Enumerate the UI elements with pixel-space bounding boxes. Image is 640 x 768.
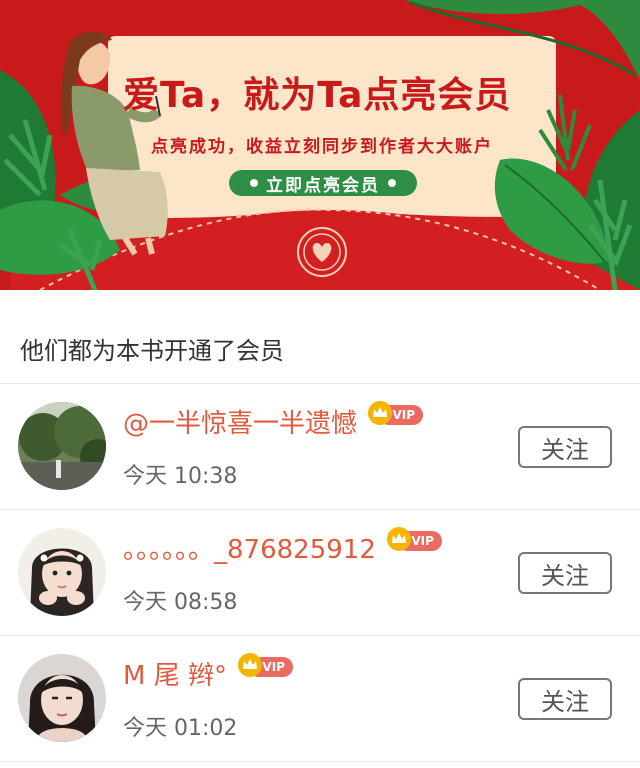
banner-subtitle: 点亮成功，收益立刻同步到作者大大账户: [151, 137, 493, 157]
follow-button[interactable]: 关注: [518, 552, 612, 594]
activate-membership-label: 立即点亮会员: [266, 175, 380, 196]
list-item[interactable]: M 尾 辫° VIP 今天 01:02 关注: [0, 636, 640, 762]
avatar[interactable]: [18, 402, 106, 490]
follow-button[interactable]: 关注: [518, 678, 612, 720]
vip-badge: VIP: [237, 652, 295, 678]
follow-button[interactable]: 关注: [518, 426, 612, 468]
avatar[interactable]: [18, 528, 106, 616]
member-name-row: 。。。。。。_876825912 VIP: [123, 527, 444, 568]
member-name-row: M 尾 辫° VIP: [123, 653, 295, 694]
vip-badge: VIP: [367, 400, 425, 426]
member-name[interactable]: @一半惊喜一半遗憾: [123, 406, 357, 442]
dot-icon: [250, 179, 258, 187]
member-join-time: 今天 08:58: [123, 590, 238, 615]
avatar[interactable]: [18, 654, 106, 742]
crown-icon: [386, 527, 411, 551]
member-name-row: @一半惊喜一半遗憾 VIP: [123, 401, 425, 442]
banner-title: 爱Ta，就为Ta点亮会员: [123, 75, 512, 116]
crown-icon: [368, 401, 393, 425]
membership-banner[interactable]: 爱Ta，就为Ta点亮会员 点亮成功，收益立刻同步到作者大大账户 立即点亮会员: [0, 0, 640, 290]
list-item[interactable]: @一半惊喜一半遗憾 VIP 今天 10:38 关注: [0, 384, 640, 510]
list-item[interactable]: 。。。。。。_876825912 VIP 今天 08:58 关注: [0, 510, 640, 636]
activate-membership-button[interactable]: 立即点亮会员: [229, 170, 417, 196]
member-name[interactable]: M 尾 辫°: [123, 658, 227, 694]
member-join-time: 今天 10:38: [123, 464, 238, 489]
member-list: @一半惊喜一半遗憾 VIP 今天 10:38 关注 。。。。。。_8768259…: [0, 384, 640, 762]
member-join-time: 今天 01:02: [123, 716, 238, 741]
members-section-title: 他们都为本书开通了会员: [0, 290, 640, 384]
crown-icon: [237, 653, 262, 677]
vip-badge: VIP: [386, 526, 444, 552]
member-name[interactable]: 。。。。。。_876825912: [123, 532, 376, 568]
dot-icon: [388, 179, 396, 187]
